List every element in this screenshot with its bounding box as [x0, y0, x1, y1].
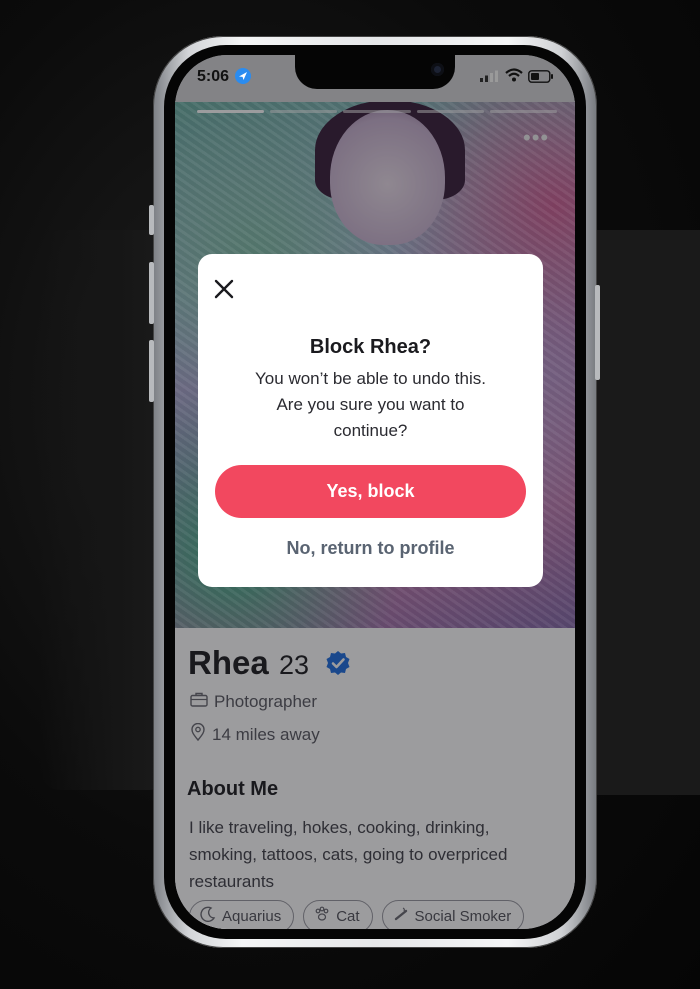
phone-volume-down-button	[149, 340, 154, 402]
signal-icon	[480, 69, 500, 87]
dialog-message-line: You won’t be able to undo this.	[255, 369, 486, 388]
confirm-block-button[interactable]: Yes, block	[215, 465, 526, 518]
front-camera	[431, 63, 444, 76]
phone-power-button	[595, 285, 600, 380]
phone-mute-switch	[149, 205, 154, 235]
status-time: 5:06	[197, 68, 230, 85]
dialog-message-line: Are you sure you want to	[276, 395, 465, 414]
battery-icon	[528, 70, 554, 88]
return-to-profile-button[interactable]: No, return to profile	[198, 538, 543, 559]
block-dialog: Block Rhea? You won’t be able to undo th…	[198, 254, 543, 587]
close-icon[interactable]	[211, 276, 237, 302]
dialog-title: Block Rhea?	[309, 336, 432, 358]
location-arrow-icon	[235, 68, 251, 84]
dialog-message-line: continue?	[333, 421, 408, 440]
wifi-icon	[505, 68, 523, 87]
phone-screen: 5:06 ••• Rhea 23 Photographer 14 miles a…	[175, 55, 575, 929]
dialog-message: You won’t be able to undo this. Are you …	[238, 366, 503, 444]
phone-volume-up-button	[149, 262, 154, 324]
notch	[295, 55, 455, 89]
